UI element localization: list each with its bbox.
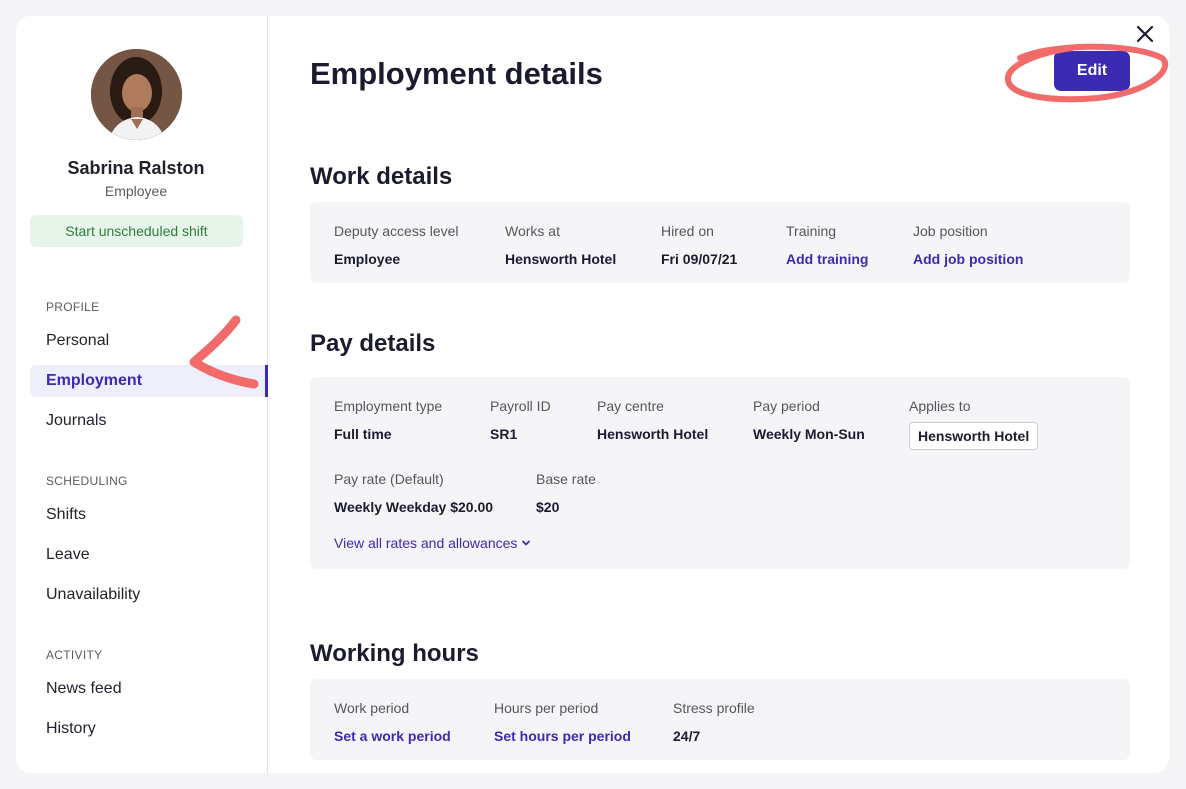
employee-name: Sabrina Ralston xyxy=(67,158,205,178)
field-access-level: Deputy access level Employee xyxy=(334,223,459,267)
field-value: Weekly Mon-Sun xyxy=(753,426,865,442)
close-button[interactable] xyxy=(1133,22,1157,46)
field-value: Hensworth Hotel xyxy=(597,426,709,442)
field-label: Job position xyxy=(913,223,988,239)
field-pay-period: Pay period Weekly Mon-Sun xyxy=(753,398,865,442)
field-value: Weekly Weekday $20.00 xyxy=(334,499,494,515)
avatar-photo xyxy=(91,49,182,140)
pay-details-card: Employment type Full time Payroll ID SR1… xyxy=(310,377,1130,569)
field-applies-to: Applies to Hensworth Hotel xyxy=(909,398,1039,450)
page-title: Employment details xyxy=(310,56,603,91)
sidebar-item-personal[interactable]: Personal xyxy=(30,325,268,357)
working-hours-card: Work period Set a work period Hours per … xyxy=(310,679,1130,760)
field-works-at: Works at Hensworth Hotel xyxy=(505,223,616,267)
set-work-period-link[interactable]: Set a work period xyxy=(334,728,451,744)
field-label: Stress profile xyxy=(673,700,755,716)
field-label: Payroll ID xyxy=(490,398,551,414)
avatar xyxy=(91,49,182,140)
work-details-card: Deputy access level Employee Works at He… xyxy=(310,202,1130,283)
sidebar-item-leave[interactable]: Leave xyxy=(30,539,268,571)
field-label: Deputy access level xyxy=(334,223,459,239)
chevron-down-icon xyxy=(522,540,531,546)
working-hours-heading: Working hours xyxy=(310,640,479,667)
field-value: 24/7 xyxy=(673,728,701,744)
field-hours-per-period: Hours per period Set hours per period xyxy=(494,700,631,744)
main-content: Employment details Edit Work details Dep… xyxy=(268,16,1169,773)
field-label: Work period xyxy=(334,700,410,716)
field-pay-rate: Pay rate (Default) Weekly Weekday $20.00 xyxy=(334,471,493,515)
sidebar-item-shifts[interactable]: Shifts xyxy=(30,499,268,531)
field-hired-on: Hired on Fri 09/07/21 xyxy=(661,223,737,267)
close-icon xyxy=(1136,25,1154,43)
edit-button[interactable]: Edit xyxy=(1054,51,1130,91)
field-value: $20 xyxy=(536,499,560,515)
nav-section-profile: PROFILE xyxy=(46,300,100,314)
sidebar: Sabrina Ralston Employee Start unschedul… xyxy=(16,16,268,773)
employee-role: Employee xyxy=(104,183,168,199)
field-label: Pay rate (Default) xyxy=(334,471,444,487)
field-value: Full time xyxy=(334,426,392,442)
field-label: Base rate xyxy=(536,471,596,487)
field-value: SR1 xyxy=(490,426,518,442)
field-employment-type: Employment type Full time xyxy=(334,398,442,442)
field-label: Employment type xyxy=(334,398,443,414)
nav-section-activity: ACTIVITY xyxy=(46,648,103,662)
field-pay-centre: Pay centre Hensworth Hotel xyxy=(597,398,708,442)
sidebar-item-employment[interactable]: Employment xyxy=(30,365,268,397)
field-label: Hired on xyxy=(661,223,714,239)
view-all-rates-label: View all rates and allowances xyxy=(334,535,518,551)
field-stress-profile: Stress profile 24/7 xyxy=(673,700,755,744)
field-payroll-id: Payroll ID SR1 xyxy=(490,398,551,442)
field-label: Pay centre xyxy=(597,398,664,414)
work-details-heading: Work details xyxy=(310,163,453,190)
sidebar-item-journals[interactable]: Journals xyxy=(30,405,268,437)
field-label: Pay period xyxy=(753,398,820,414)
set-hours-per-period-link[interactable]: Set hours per period xyxy=(494,728,631,744)
field-value: Fri 09/07/21 xyxy=(661,251,738,267)
sidebar-item-unavailability[interactable]: Unavailability xyxy=(30,579,268,611)
nav-section-scheduling: SCHEDULING xyxy=(46,474,128,488)
field-label: Works at xyxy=(505,223,560,239)
field-label: Applies to xyxy=(909,398,971,414)
start-unscheduled-shift-button[interactable]: Start unscheduled shift xyxy=(30,215,243,247)
field-value: Hensworth Hotel xyxy=(505,251,617,267)
field-label: Training xyxy=(786,223,837,239)
add-training-link[interactable]: Add training xyxy=(786,251,868,267)
add-job-position-link[interactable]: Add job position xyxy=(913,251,1023,267)
employee-profile-modal: Sabrina Ralston Employee Start unschedul… xyxy=(16,16,1169,773)
field-base-rate: Base rate $20 xyxy=(536,471,596,515)
field-value: Employee xyxy=(334,251,401,267)
field-label: Hours per period xyxy=(494,700,599,716)
field-work-period: Work period Set a work period xyxy=(334,700,451,744)
sidebar-item-news-feed[interactable]: News feed xyxy=(30,673,268,705)
applies-to-tag: Hensworth Hotel xyxy=(909,422,1039,450)
view-all-rates-link[interactable]: View all rates and allowances xyxy=(334,535,531,551)
sidebar-item-history[interactable]: History xyxy=(30,713,268,745)
field-training: Training Add training xyxy=(786,223,868,267)
field-job-position: Job position Add job position xyxy=(913,223,1023,267)
pay-details-heading: Pay details xyxy=(310,330,436,357)
